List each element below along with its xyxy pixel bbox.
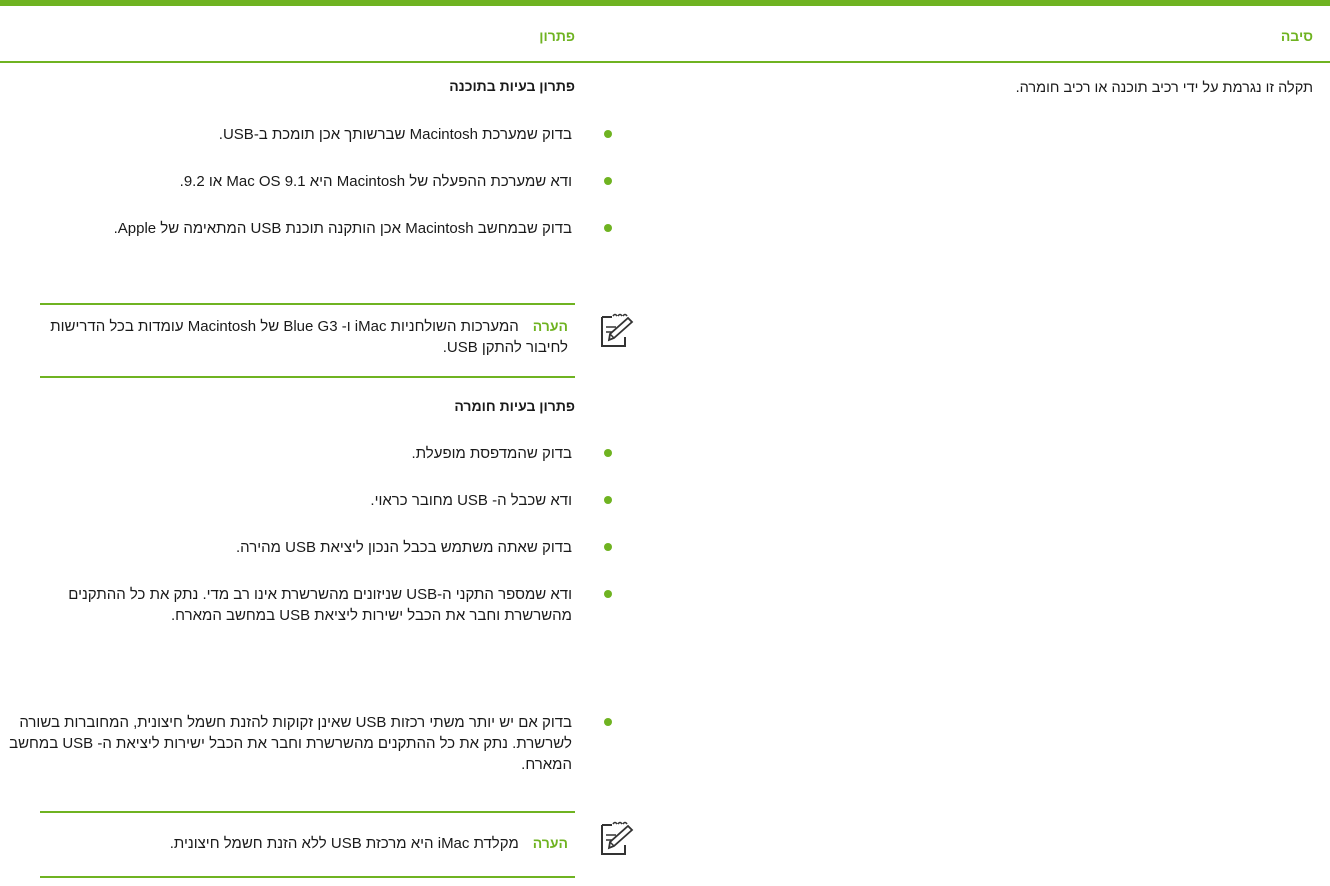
bullet-dot bbox=[604, 590, 612, 598]
list-item-text: בדוק שאתה משתמש בכבל הנכון ליציאת USB מה… bbox=[236, 539, 572, 556]
list-item-text: בדוק אם יש יותר משתי רכזות USB שאינן זקו… bbox=[9, 714, 572, 773]
top-rule bbox=[0, 0, 1330, 6]
cause-text: תקלה זו נגרמת על ידי רכיב תוכנה או רכיב … bbox=[1015, 80, 1313, 96]
note-pencil-icon bbox=[601, 821, 634, 855]
bullet-dot bbox=[604, 449, 612, 457]
list-item-text: ודא שמערכת ההפעלה של Macintosh היא Mac O… bbox=[179, 173, 572, 190]
list-item-text: בדוק שבמחשב Macintosh אכן הותקנה תוכנת U… bbox=[113, 220, 572, 237]
column-header-cause: סיבה bbox=[1280, 28, 1313, 44]
list-item-text: בדוק שמערכת Macintosh שברשותך אכן תומכת … bbox=[218, 126, 572, 143]
bullet-dot bbox=[604, 177, 612, 185]
bullet-dot bbox=[604, 496, 612, 504]
note-box: הערההמערכות השולחניות iMac ו- Blue G3 של… bbox=[40, 303, 575, 378]
hardware-section-title: פתרון בעיות חומרה bbox=[454, 398, 575, 414]
note-box: הערה מקלדת iMac היא מרכזת USB ללא הזנת חש… bbox=[40, 811, 575, 878]
bullet-dot bbox=[604, 543, 612, 551]
bullet-dot bbox=[604, 224, 612, 232]
list-item-text: ודא שכבל ה- USB מחובר כראוי. bbox=[370, 492, 572, 509]
list-item-text: בדוק שהמדפסת מופעלת. bbox=[411, 445, 572, 462]
bullet-dot bbox=[604, 718, 612, 726]
note-label: הערה bbox=[532, 835, 568, 851]
column-header-solution: פתרון bbox=[539, 28, 575, 44]
software-section-title: פתרון בעיות בתוכנה bbox=[449, 78, 575, 94]
note-content: הערה מקלדת iMac היא מרכזת USB ללא הזנת חש… bbox=[46, 833, 568, 854]
header-rule bbox=[0, 61, 1330, 63]
note-pencil-icon bbox=[601, 313, 634, 347]
note-text: מקלדת iMac היא מרכזת USB ללא הזנת חשמל ח… bbox=[169, 835, 519, 852]
bullet-dot bbox=[604, 130, 612, 138]
note-content: הערההמערכות השולחניות iMac ו- Blue G3 של… bbox=[46, 316, 568, 358]
note-text: המערכות השולחניות iMac ו- Blue G3 של Mac… bbox=[50, 318, 568, 356]
list-item-text: ודא שמספר התקני ה-USB שניזונים מהשרשרת א… bbox=[68, 586, 572, 624]
note-label: הערה bbox=[532, 318, 568, 334]
